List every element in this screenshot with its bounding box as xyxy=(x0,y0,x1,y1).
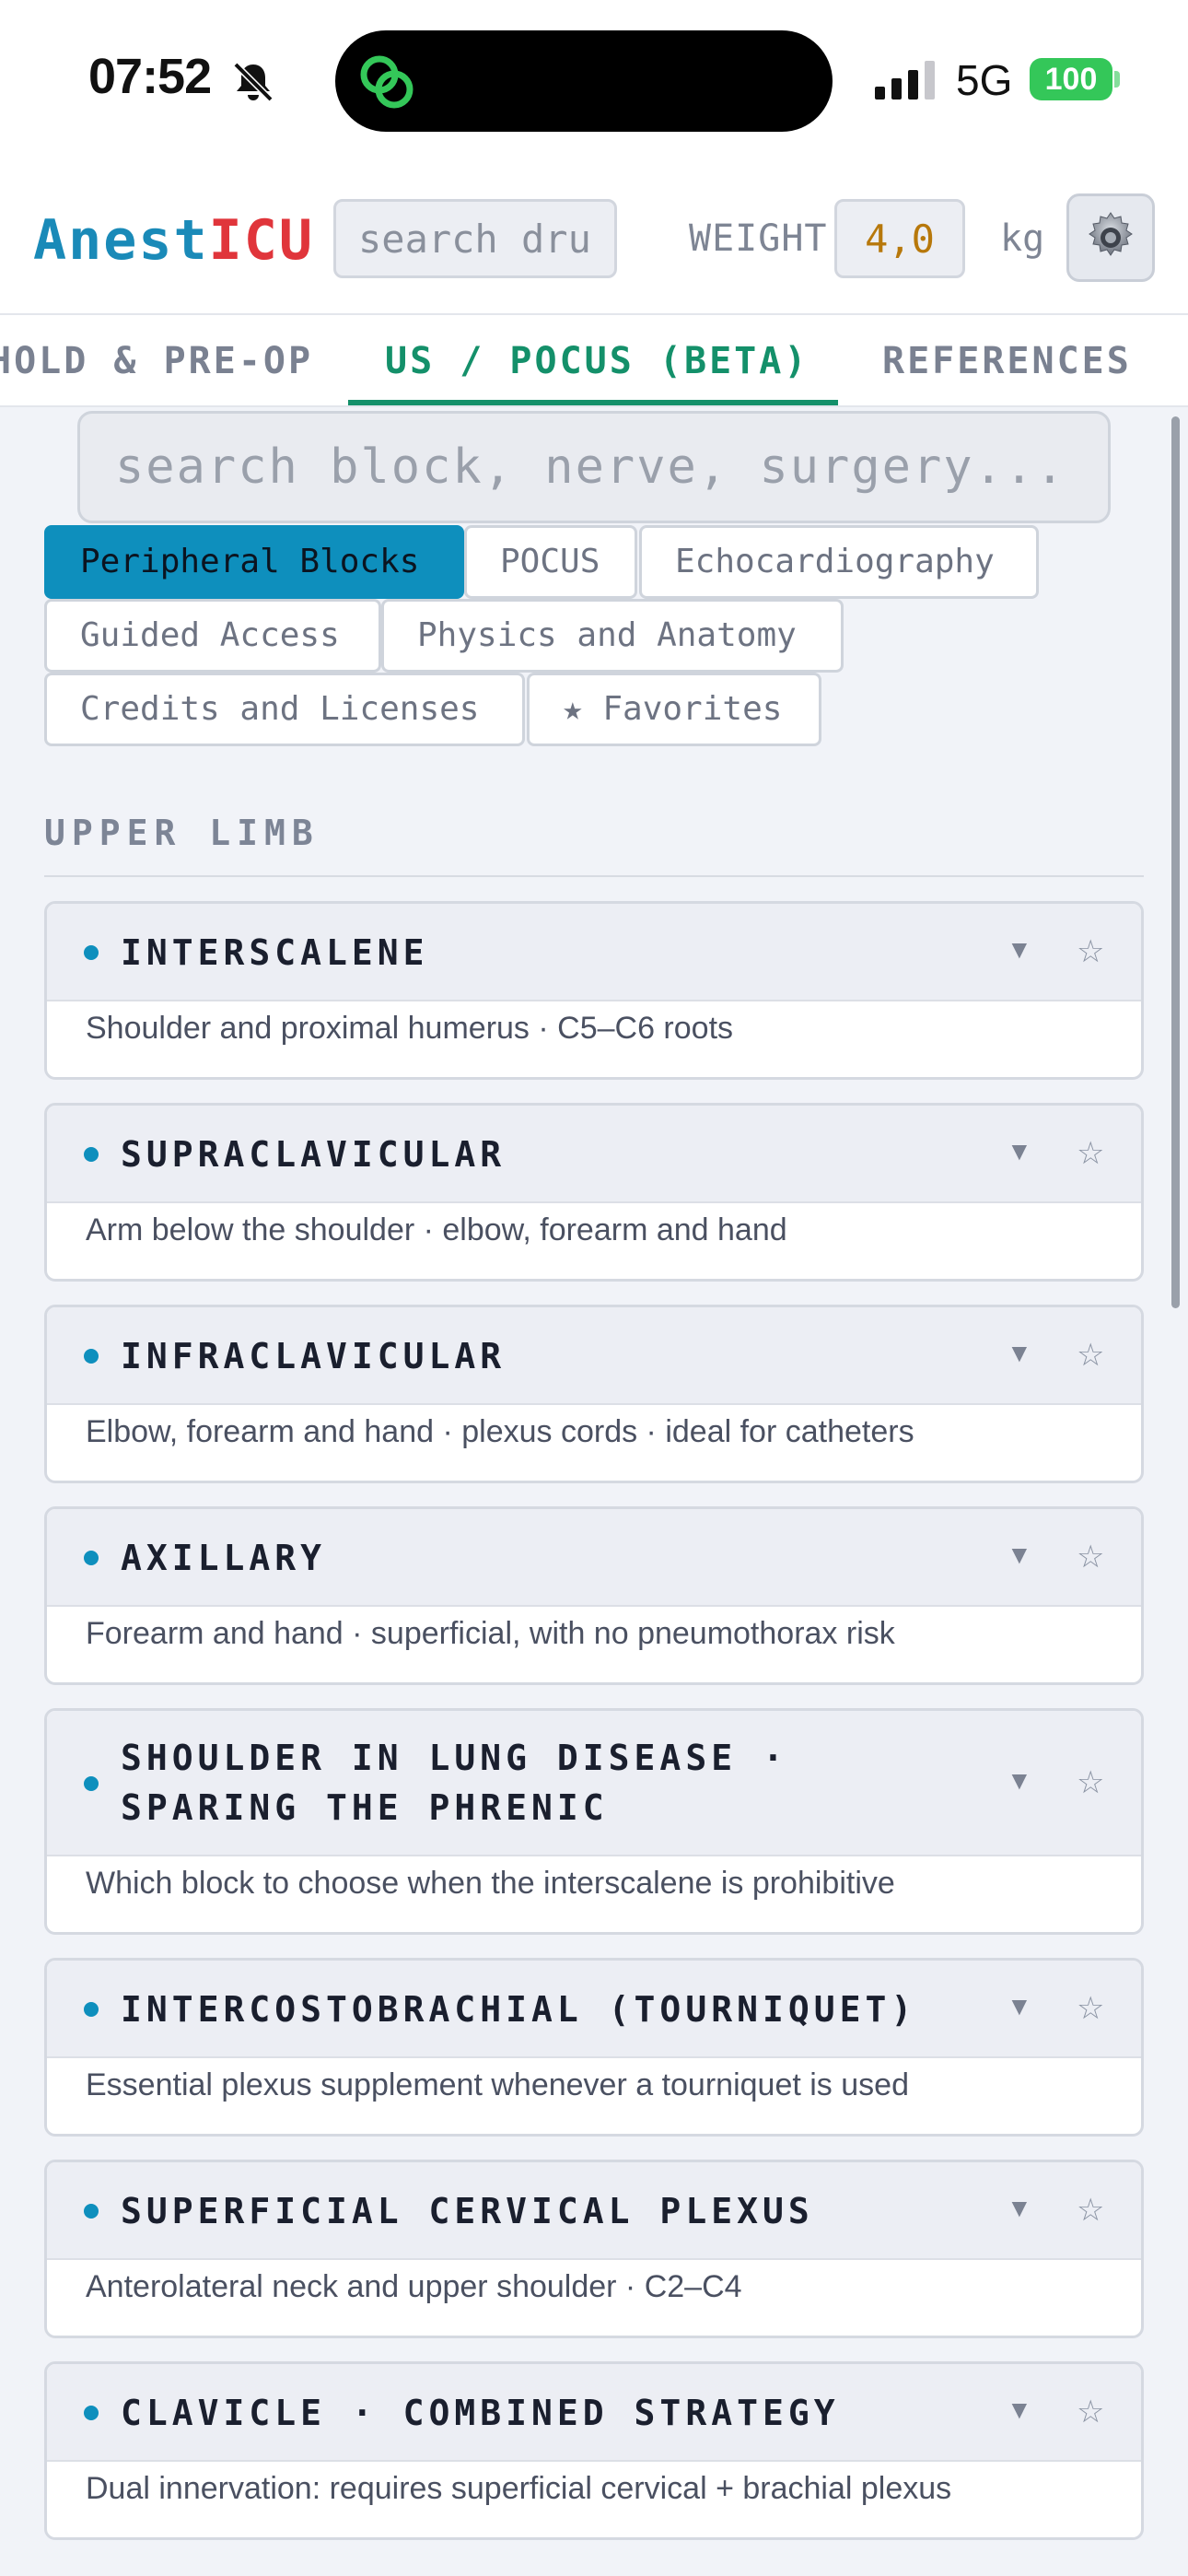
card-header[interactable]: SUPERFICIAL CERVICAL PLEXUS ▼ ☆ xyxy=(47,2162,1141,2260)
bullet-dot-icon xyxy=(84,1776,99,1791)
card-subtitle: Elbow, forearm and hand · plexus cords ·… xyxy=(86,1414,914,1449)
card-subtitle: Essential plexus supplement whenever a t… xyxy=(86,2067,909,2102)
star-icon[interactable]: ☆ xyxy=(1077,1337,1104,1374)
block-card[interactable]: INTERSCALENE ▼ ☆ Shoulder and proximal h… xyxy=(44,901,1144,1080)
tab-bar: HOLD & PRE-OP US / POCUS (BETA) REFERENC… xyxy=(0,313,1188,407)
card-header[interactable]: AXILLARY ▼ ☆ xyxy=(47,1509,1141,1607)
app-logo[interactable]: AnestICU xyxy=(33,208,314,273)
card-subtitle: Which block to choose when the interscal… xyxy=(86,1866,895,1901)
card-subtitle: Anterolateral neck and upper shoulder · … xyxy=(86,2269,742,2304)
scrollbar[interactable] xyxy=(1171,416,1180,1308)
section-divider xyxy=(44,875,1144,877)
caret-down-icon[interactable]: ▼ xyxy=(1007,2194,1032,2223)
status-time: 07:52 xyxy=(88,49,212,104)
link-loop-icon xyxy=(360,55,413,109)
bullet-dot-icon xyxy=(84,2406,99,2420)
weight-label: WEIGHT xyxy=(689,217,828,260)
card-title: INTERSCALENE xyxy=(121,932,429,973)
card-subtitle: Forearm and hand · superficial, with no … xyxy=(86,1616,895,1651)
status-bar: 07:52 5G 100 xyxy=(0,0,1188,166)
app-header: AnestICU WEIGHT kg xyxy=(0,166,1188,313)
logo-part-anest: Anest xyxy=(33,208,209,273)
weight-input[interactable] xyxy=(834,199,965,278)
tab-references[interactable]: REFERENCES xyxy=(882,315,1132,405)
network-type: 5G xyxy=(956,56,1013,104)
card-subtitle: Shoulder and proximal humerus · C5–C6 ro… xyxy=(86,1011,734,1046)
tab-us-pocus[interactable]: US / POCUS (BETA) xyxy=(385,315,809,405)
chip-guided-access[interactable]: Guided Access xyxy=(44,599,381,673)
card-title: INTERCOSTOBRACHIAL (TOURNIQUET) xyxy=(121,1989,917,2030)
chip-pocus[interactable]: POCUS xyxy=(464,525,637,599)
caret-down-icon[interactable]: ▼ xyxy=(1007,935,1032,965)
block-card[interactable]: CLAVICLE · COMBINED STRATEGY ▼ ☆ Dual in… xyxy=(44,2361,1144,2540)
block-card[interactable]: SUPRACLAVICULAR ▼ ☆ Arm below the should… xyxy=(44,1103,1144,1282)
card-header[interactable]: SUPRACLAVICULAR ▼ ☆ xyxy=(47,1106,1141,1203)
star-icon[interactable]: ☆ xyxy=(1077,1990,1104,2027)
card-header[interactable]: CLAVICLE · COMBINED STRATEGY ▼ ☆ xyxy=(47,2364,1141,2462)
star-icon[interactable]: ☆ xyxy=(1077,1135,1104,1172)
tab-hold-pre-op[interactable]: HOLD & PRE-OP xyxy=(0,315,313,405)
star-icon[interactable]: ☆ xyxy=(1077,933,1104,970)
card-title: AXILLARY xyxy=(121,1538,327,1578)
bullet-dot-icon xyxy=(84,1349,99,1364)
settings-button[interactable] xyxy=(1066,193,1155,282)
card-title: SUPRACLAVICULAR xyxy=(121,1134,507,1175)
battery-cap xyxy=(1114,71,1120,88)
chip-physics-anatomy[interactable]: Physics and Anatomy xyxy=(381,599,844,673)
battery-icon: 100 xyxy=(1030,58,1112,100)
chip-credits-licenses[interactable]: Credits and Licenses xyxy=(44,673,525,746)
card-title: SUPERFICIAL CERVICAL PLEXUS xyxy=(121,2191,814,2231)
chip-favorites[interactable]: ★ Favorites xyxy=(527,673,821,746)
block-card[interactable]: INTERCOSTOBRACHIAL (TOURNIQUET) ▼ ☆ Esse… xyxy=(44,1958,1144,2137)
main-content: Peripheral Blocks POCUS Echocardiography… xyxy=(0,407,1188,2576)
dynamic-island xyxy=(335,30,833,132)
star-icon[interactable]: ☆ xyxy=(1077,2192,1104,2229)
caret-down-icon[interactable]: ▼ xyxy=(1007,1992,1032,2021)
block-card[interactable]: SUPERFICIAL CERVICAL PLEXUS ▼ ☆ Anterola… xyxy=(44,2160,1144,2338)
card-title: SHOULDER IN LUNG DISEASE · SPARING THE P… xyxy=(121,1738,788,1828)
chip-echocardiography[interactable]: Echocardiography xyxy=(639,525,1039,599)
caret-down-icon[interactable]: ▼ xyxy=(1007,1766,1032,1796)
star-icon[interactable]: ☆ xyxy=(1077,1764,1104,1801)
logo-part-icu: ICU xyxy=(208,208,314,273)
caret-down-icon[interactable]: ▼ xyxy=(1007,1540,1032,1570)
chip-peripheral-blocks[interactable]: Peripheral Blocks xyxy=(44,525,464,599)
block-search-input[interactable] xyxy=(77,411,1111,523)
bullet-dot-icon xyxy=(84,2002,99,2017)
caret-down-icon[interactable]: ▼ xyxy=(1007,1339,1032,1368)
section-title: UPPER LIMB xyxy=(44,813,320,853)
card-subtitle: Arm below the shoulder · elbow, forearm … xyxy=(86,1212,787,1247)
card-header[interactable]: INTERSCALENE ▼ ☆ xyxy=(47,904,1141,1001)
drug-search-input[interactable] xyxy=(333,199,617,278)
star-icon[interactable]: ☆ xyxy=(1077,2394,1104,2430)
gear-icon xyxy=(1089,212,1133,256)
card-header[interactable]: SHOULDER IN LUNG DISEASE · SPARING THE P… xyxy=(47,1711,1141,1856)
card-subtitle: Dual innervation: requires superficial c… xyxy=(86,2471,952,2506)
card-title: INFRACLAVICULAR xyxy=(121,1336,507,1376)
block-card[interactable]: INFRACLAVICULAR ▼ ☆ Elbow, forearm and h… xyxy=(44,1305,1144,1483)
active-tab-indicator xyxy=(348,400,838,405)
card-header[interactable]: INTERCOSTOBRACHIAL (TOURNIQUET) ▼ ☆ xyxy=(47,1961,1141,2058)
caret-down-icon[interactable]: ▼ xyxy=(1007,1137,1032,1166)
card-header[interactable]: INFRACLAVICULAR ▼ ☆ xyxy=(47,1307,1141,1405)
star-icon[interactable]: ☆ xyxy=(1077,1539,1104,1575)
card-title: CLAVICLE · COMBINED STRATEGY xyxy=(121,2393,840,2433)
weight-unit: kg xyxy=(1000,217,1045,260)
bullet-dot-icon xyxy=(84,1551,99,1565)
signal-icon xyxy=(875,61,935,100)
bullet-dot-icon xyxy=(84,945,99,960)
caret-down-icon[interactable]: ▼ xyxy=(1007,2395,1032,2425)
bullet-dot-icon xyxy=(84,2204,99,2219)
block-card[interactable]: AXILLARY ▼ ☆ Forearm and hand · superfic… xyxy=(44,1506,1144,1685)
block-card[interactable]: SHOULDER IN LUNG DISEASE · SPARING THE P… xyxy=(44,1708,1144,1935)
bell-muted-icon xyxy=(233,62,274,102)
bullet-dot-icon xyxy=(84,1147,99,1162)
